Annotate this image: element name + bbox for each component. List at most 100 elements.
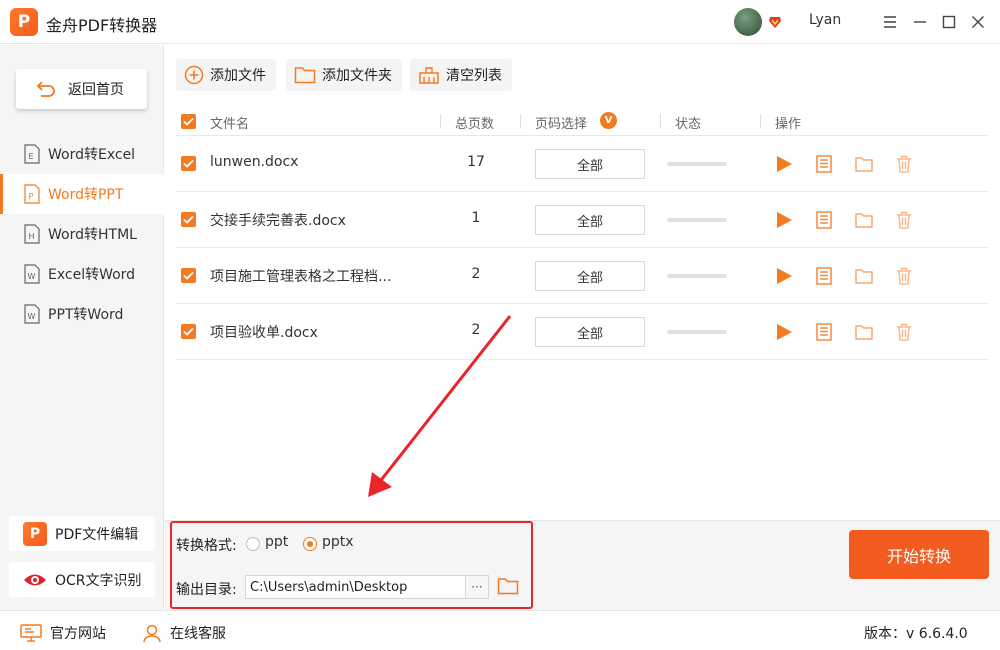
sidebar-item-ppt-to-word[interactable]: W PPT转Word <box>0 294 164 334</box>
official-website-label: 官方网站 <box>50 626 106 642</box>
folder-icon <box>855 213 873 228</box>
column-divider <box>520 114 521 128</box>
sidebar-item-label: Excel转Word <box>48 267 136 283</box>
page-range-button[interactable]: 全部 <box>535 149 645 179</box>
start-convert-button[interactable]: 开始转换 <box>849 530 989 579</box>
add-file-button[interactable]: 添加文件 <box>176 59 276 91</box>
open-row-folder-button[interactable] <box>854 266 874 286</box>
format-radio-pptx-label[interactable]: pptx <box>322 534 354 550</box>
sidebar-item-word-to-excel[interactable]: E Word转Excel <box>0 134 164 174</box>
open-row-folder-button[interactable] <box>854 210 874 230</box>
view-row-button[interactable] <box>814 154 834 174</box>
pdf-edit-button[interactable]: P PDF文件编辑 <box>9 516 155 551</box>
app-logo: P <box>10 8 38 36</box>
sidebar-item-label: Word转Excel <box>48 147 136 163</box>
plus-circle-icon <box>184 65 204 85</box>
select-all-checkbox[interactable] <box>181 114 196 129</box>
page-count: 17 <box>467 154 485 170</box>
row-checkbox[interactable] <box>181 268 196 283</box>
play-icon <box>777 324 792 340</box>
format-radio-ppt-label[interactable]: ppt <box>265 534 288 550</box>
doc-icon: H <box>24 224 40 244</box>
close-button[interactable] <box>966 10 990 34</box>
official-website-link[interactable]: 官方网站 <box>20 623 106 643</box>
row-checkbox[interactable] <box>181 212 196 227</box>
delete-row-button[interactable] <box>894 154 914 174</box>
app-title: 金舟PDF转换器 <box>46 16 158 35</box>
online-support-label: 在线客服 <box>170 626 226 642</box>
open-row-folder-button[interactable] <box>854 322 874 342</box>
header-page-select: 页码选择 <box>535 117 588 132</box>
sidebar-item-label: PPT转Word <box>48 307 124 323</box>
page-select-dropdown-icon[interactable]: V <box>600 112 617 129</box>
sidebar-item-word-to-html[interactable]: H Word转HTML <box>0 214 164 254</box>
home-button-label: 返回首页 <box>68 82 124 98</box>
clear-list-label: 清空列表 <box>446 68 502 84</box>
app-window: P 金舟PDF转换器 Lyan 返回首页 E Word转Excel P Word… <box>0 0 1000 650</box>
row-checkbox[interactable] <box>181 324 196 339</box>
table-row[interactable]: 项目施工管理表格之工程档... 2 全部 <box>176 248 989 304</box>
view-row-button[interactable] <box>814 266 834 286</box>
svg-text:W: W <box>28 312 36 321</box>
format-label: 转换格式: <box>176 538 237 554</box>
file-name: lunwen.docx <box>210 154 299 170</box>
online-support-link[interactable]: 在线客服 <box>142 623 226 643</box>
table-row[interactable]: 交接手续完善表.docx 1 全部 <box>176 192 989 248</box>
document-icon <box>816 155 832 173</box>
open-row-folder-button[interactable] <box>854 154 874 174</box>
row-checkbox[interactable] <box>181 156 196 171</box>
play-icon <box>777 212 792 228</box>
add-file-label: 添加文件 <box>210 68 266 84</box>
svg-text:W: W <box>28 272 36 281</box>
folder-icon <box>855 269 873 284</box>
add-folder-label: 添加文件夹 <box>322 68 392 84</box>
maximize-icon <box>942 15 956 29</box>
page-range-button[interactable]: 全部 <box>535 261 645 291</box>
check-icon <box>183 159 194 168</box>
page-count: 2 <box>471 266 481 282</box>
table-row[interactable]: lunwen.docx 17 全部 <box>176 136 989 192</box>
view-row-button[interactable] <box>814 210 834 230</box>
trash-icon <box>897 323 911 341</box>
convert-row-button[interactable] <box>774 322 794 342</box>
output-dir-input[interactable] <box>245 575 466 599</box>
open-folder-icon[interactable] <box>497 576 519 596</box>
ocr-button[interactable]: OCR文字识别 <box>9 562 155 597</box>
convert-row-button[interactable] <box>774 210 794 230</box>
check-icon <box>183 271 194 280</box>
vip-badge-icon <box>769 17 781 28</box>
sidebar-item-excel-to-word[interactable]: W Excel转Word <box>0 254 164 294</box>
sidebar-item-label: Word转HTML <box>48 227 137 243</box>
delete-row-button[interactable] <box>894 266 914 286</box>
home-button[interactable]: 返回首页 <box>16 69 147 109</box>
file-name: 交接手续完善表.docx <box>210 213 346 229</box>
minimize-button[interactable] <box>908 10 932 34</box>
username[interactable]: Lyan <box>809 12 841 28</box>
monitor-icon <box>20 624 42 642</box>
play-icon <box>777 268 792 284</box>
add-folder-button[interactable]: 添加文件夹 <box>286 59 402 91</box>
header-pages: 总页数 <box>455 117 495 132</box>
page-range-button[interactable]: 全部 <box>535 317 645 347</box>
page-count: 1 <box>471 210 481 226</box>
format-radio-ppt[interactable] <box>246 537 260 551</box>
header-actions: 操作 <box>775 117 802 132</box>
convert-row-button[interactable] <box>774 266 794 286</box>
menu-button[interactable] <box>878 10 902 34</box>
header-status: 状态 <box>675 117 702 132</box>
folder-icon <box>855 157 873 172</box>
maximize-button[interactable] <box>937 10 961 34</box>
convert-row-button[interactable] <box>774 154 794 174</box>
table-row[interactable]: 项目验收单.docx 2 全部 <box>176 304 989 360</box>
avatar[interactable] <box>734 8 762 36</box>
delete-row-button[interactable] <box>894 210 914 230</box>
browse-button[interactable]: ··· <box>465 575 489 599</box>
doc-icon: E <box>24 144 40 164</box>
view-row-button[interactable] <box>814 322 834 342</box>
sidebar-item-word-to-ppt[interactable]: P Word转PPT <box>0 174 164 214</box>
pdf-edit-label: PDF文件编辑 <box>55 526 139 543</box>
format-radio-pptx[interactable] <box>303 537 317 551</box>
page-range-button[interactable]: 全部 <box>535 205 645 235</box>
delete-row-button[interactable] <box>894 322 914 342</box>
clear-list-button[interactable]: 清空列表 <box>410 59 512 91</box>
